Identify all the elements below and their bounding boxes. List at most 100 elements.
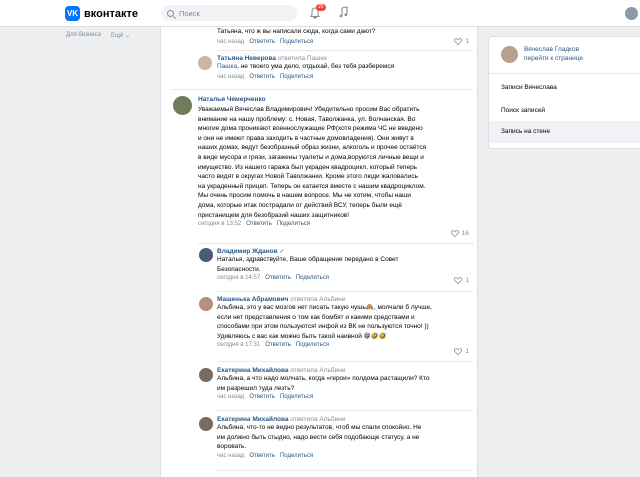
business-link[interactable]: Для бизнеса (66, 32, 101, 39)
nav-item-search-posts[interactable]: Поиск записей (501, 107, 545, 114)
right-nav-panel: Вячеслав Гладков перейти к странице Запи… (488, 36, 640, 149)
like-button[interactable]: 16 (450, 230, 469, 237)
profile-goto-link[interactable]: перейти к странице (524, 54, 583, 63)
share-button[interactable]: Поделиться (280, 453, 313, 459)
comment-time[interactable]: час назад (217, 39, 244, 45)
like-button[interactable]: 1 (454, 277, 469, 284)
reply-button[interactable]: Ответить (246, 221, 272, 227)
share-button[interactable]: Поделиться (280, 394, 313, 400)
reply-to-label[interactable]: ответила Альбине (290, 367, 345, 374)
comment-meta: час назад Ответить Поделиться (217, 39, 473, 45)
like-count: 1 (465, 348, 469, 355)
avatar[interactable] (199, 368, 213, 382)
vk-logo-text: вконтакте (84, 7, 139, 20)
mention-link[interactable]: Пашка (217, 63, 237, 70)
comment-text: , не твоего ума дело, отдыхай, без тебя … (237, 63, 395, 70)
heart-icon (454, 38, 463, 45)
share-button[interactable]: Поделиться (296, 342, 329, 348)
heart-icon (450, 230, 459, 237)
comment-item: Екатерина Михайлова ответила Альбине Аль… (217, 367, 473, 400)
user-avatar[interactable] (625, 7, 638, 20)
music-icon[interactable] (338, 6, 348, 18)
heart-icon (454, 277, 463, 284)
share-button[interactable]: Поделиться (277, 221, 310, 227)
comment-meta: сегодня в 17:31 Ответить Поделиться (217, 342, 473, 348)
comment-author[interactable]: Екатерина Михайлова (217, 416, 289, 423)
comment-author[interactable]: Машенька Абрамович (217, 296, 288, 303)
profile-avatar[interactable] (501, 45, 518, 63)
comment-meta: сегодня в 13:52 Ответить Поделиться (198, 221, 474, 227)
avatar[interactable] (173, 96, 192, 115)
top-header: VK вконтакте Поиск 25 (0, 0, 640, 27)
search-input[interactable]: Поиск (161, 5, 297, 21)
comment-time[interactable]: сегодня в 14:57 (217, 275, 260, 281)
reply-button[interactable]: Ответить (249, 453, 275, 459)
comment-time[interactable]: сегодня в 17:31 (217, 342, 260, 348)
comment-text: Альбина, это у вас мозгов нет писать так… (217, 304, 432, 340)
comment-text: Татьяна, что ж вы написали сюда, когда с… (217, 28, 376, 35)
share-button[interactable]: Поделиться (280, 74, 313, 80)
reply-button[interactable]: Ответить (265, 342, 291, 348)
like-button[interactable]: 1 (454, 348, 469, 355)
comment-author[interactable]: Екатерина Михайлова (217, 367, 289, 374)
divider (171, 89, 473, 90)
search-icon (167, 9, 174, 17)
like-button[interactable]: 1 (454, 38, 469, 45)
avatar[interactable] (198, 56, 212, 70)
comment-time[interactable]: час назад (217, 394, 244, 400)
comment-meta: час назад Ответить Поделиться (217, 394, 473, 400)
divider (217, 361, 473, 362)
comments-feed: Татьяна, что ж вы написали сюда, когда с… (160, 27, 478, 477)
comment-item: Екатерина Михайлова ответила Альбине Аль… (217, 416, 473, 459)
comment-author[interactable]: Наталья Чемерченко (198, 96, 474, 103)
share-button[interactable]: Поделиться (296, 275, 329, 281)
divider (217, 50, 473, 51)
reply-button[interactable]: Ответить (265, 275, 291, 281)
divider (217, 291, 473, 292)
comment-author[interactable]: Владимир Жданов (217, 248, 278, 255)
search-placeholder: Поиск (179, 8, 200, 18)
avatar[interactable] (199, 417, 213, 431)
divider (198, 243, 474, 244)
like-count: 16 (461, 230, 469, 237)
reply-to-label[interactable]: ответила Пашке (278, 55, 327, 62)
vk-logo[interactable]: VK вконтакте (65, 6, 138, 21)
left-footer-links: Для бизнеса Ещё ⌄ (66, 32, 130, 39)
avatar[interactable] (199, 248, 213, 262)
comment-item: Машенька Абрамович ответила Альбине Альб… (217, 296, 473, 348)
comment-text: Альбина, что-то не видно результатов, чт… (217, 424, 422, 451)
reply-button[interactable]: Ответить (249, 39, 275, 45)
nav-item-posts[interactable]: Записи Вячеслава (501, 84, 557, 91)
comment-meta: час назад Ответить Поделиться (217, 74, 473, 80)
divider (489, 73, 640, 74)
comment-item: Татьяна, что ж вы написали сюда, когда с… (217, 27, 473, 45)
reply-to-label[interactable]: ответила Альбине (290, 416, 345, 423)
share-button[interactable]: Поделиться (280, 39, 313, 45)
divider (217, 470, 473, 471)
more-link[interactable]: Ещё ⌄ (111, 32, 130, 39)
comment-time[interactable]: сегодня в 13:52 (198, 221, 241, 227)
reply-button[interactable]: Ответить (249, 74, 275, 80)
notifications-badge: 25 (316, 4, 326, 11)
heart-icon (454, 348, 463, 355)
comment-item: Татьяна Неверова ответила Пашке Пашка, н… (217, 55, 473, 80)
comment-meta: час назад Ответить Поделиться (217, 453, 473, 459)
comment-text: Альбина, а что надо молчать, когда «геро… (217, 375, 430, 392)
comment-item: Наталья Чемерченко Уважаемый Вячеслав Вл… (198, 96, 474, 227)
vk-logo-icon: VK (65, 6, 80, 21)
comment-time[interactable]: час назад (217, 74, 244, 80)
profile-name[interactable]: Вячеслав Гладков (524, 45, 583, 54)
comment-author[interactable]: Татьяна Неверова (217, 55, 276, 62)
reply-button[interactable]: Ответить (249, 394, 275, 400)
comment-meta: сегодня в 14:57 Ответить Поделиться (217, 275, 473, 281)
comment-text: Уважаемый Вячеслав Владимирович! Убедите… (198, 106, 427, 219)
reply-to-label[interactable]: ответила Альбине (290, 296, 345, 303)
divider (217, 410, 473, 411)
comment-time[interactable]: час назад (217, 453, 244, 459)
comment-item: Владимир Жданов ✓ Наталья, здравствуйте,… (217, 248, 473, 281)
like-count: 1 (465, 277, 469, 284)
nav-item-wall-post[interactable]: Запись на стене (501, 128, 550, 135)
profile-link[interactable]: Вячеслав Гладков перейти к странице (501, 45, 583, 63)
like-count: 1 (465, 38, 469, 45)
avatar[interactable] (199, 297, 213, 311)
